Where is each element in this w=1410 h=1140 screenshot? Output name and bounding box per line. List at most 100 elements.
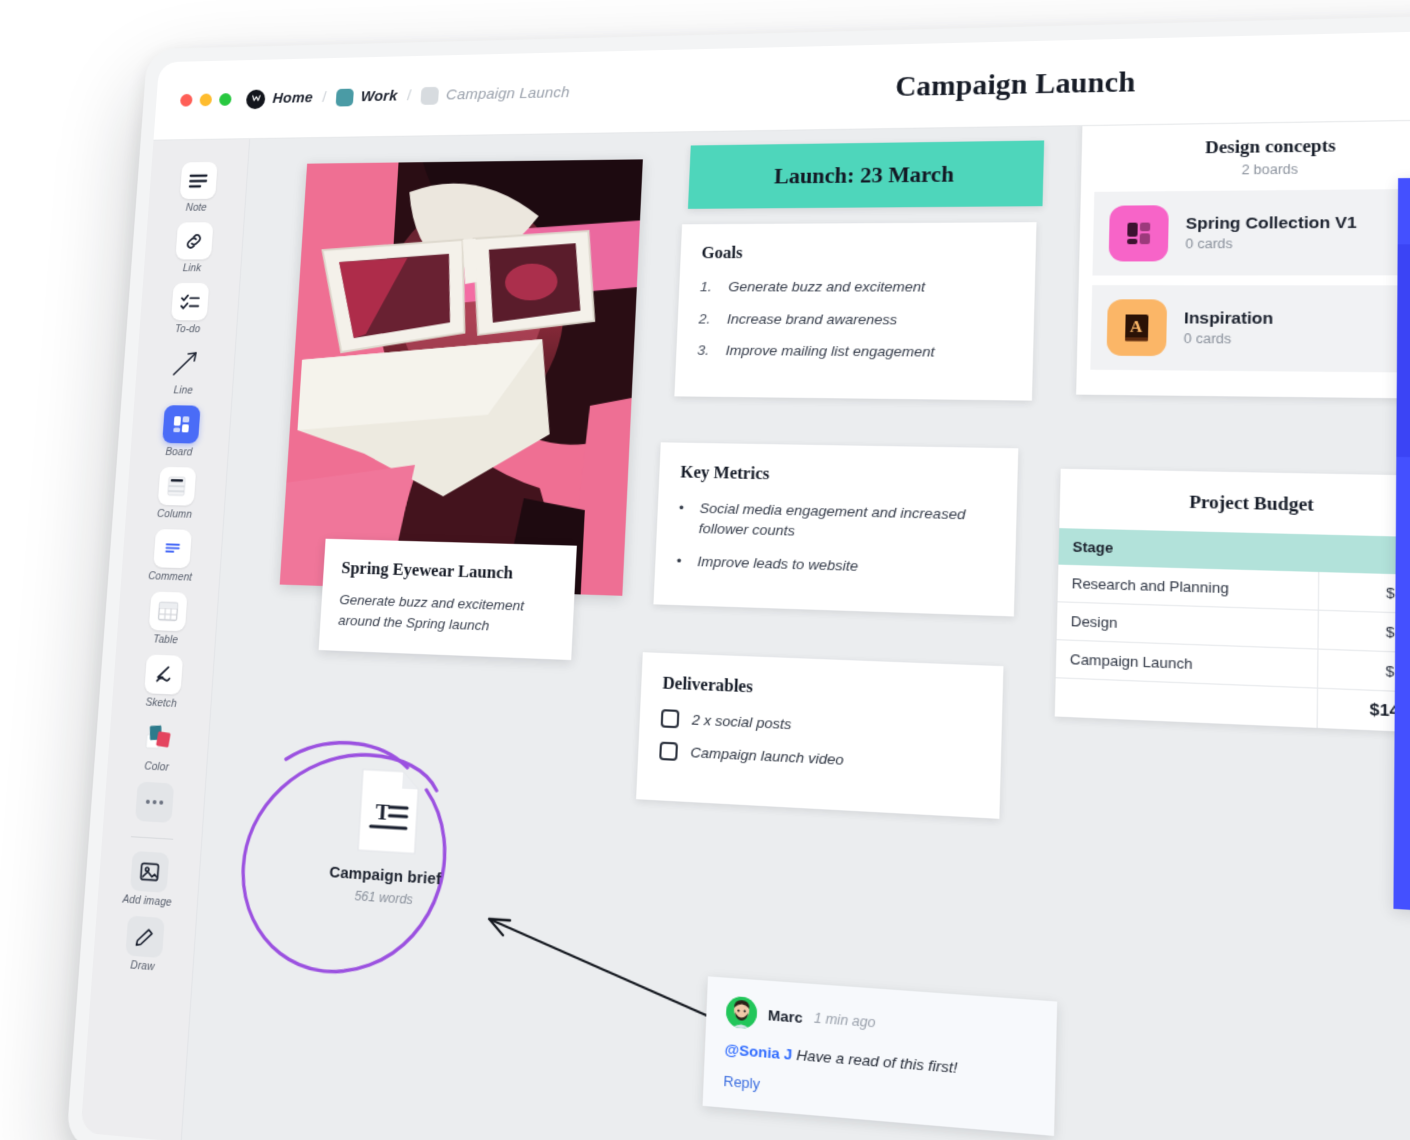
goals-item-number: 3. (697, 341, 711, 359)
launch-banner-text: Launch: 23 March (774, 161, 955, 189)
deliverables-item[interactable]: Campaign launch video (659, 742, 978, 776)
project-budget-title: Project Budget (1059, 469, 1410, 538)
launch-banner[interactable]: Launch: 23 March (688, 140, 1044, 208)
campaign-brief-node[interactable]: T Campaign brief 561 words (293, 764, 483, 911)
sidebar-label-add-image: Add image (122, 893, 172, 909)
hero-image[interactable] (280, 159, 643, 595)
board-canvas[interactable]: Spring Eyewear Launch Generate buzz and … (182, 119, 1410, 1140)
minimize-window-button[interactable] (199, 94, 212, 107)
sidebar-item-table[interactable]: Table (126, 586, 208, 650)
hero-caption-card[interactable]: Spring Eyewear Launch Generate buzz and … (319, 539, 577, 661)
traffic-lights[interactable] (180, 93, 232, 107)
deliverables-item-text: Campaign launch video (690, 744, 844, 768)
board-name: Spring Collection V1 (1186, 214, 1357, 234)
deliverables-item[interactable]: 2 x social posts (661, 709, 980, 742)
sidebar-item-draw[interactable]: Draw (102, 909, 186, 978)
key-metrics-title: Key Metrics (680, 464, 995, 490)
goals-item-text: Increase brand awareness (727, 310, 898, 329)
comment-author: Marc (768, 1006, 804, 1026)
breadcrumb-label-campaign-launch: Campaign Launch (446, 84, 571, 103)
board-list-item[interactable]: A Inspiration 0 cards (1090, 285, 1410, 373)
table-row[interactable]: Research and Planning $2,500 (1058, 565, 1410, 615)
sidebar-label-line: Line (173, 384, 193, 396)
sidebar-divider (130, 836, 172, 840)
page-title: Campaign Launch (569, 58, 1410, 109)
sketch-icon (144, 654, 183, 694)
cell-total-label (1055, 678, 1318, 728)
todo-icon (171, 283, 209, 320)
cell-total-cost: $14,000 (1317, 688, 1410, 734)
board-card-count: 0 cards (1184, 331, 1274, 347)
sidebar-item-board[interactable]: Board (140, 400, 221, 461)
checkbox-icon[interactable] (659, 742, 678, 761)
goals-item-text: Improve mailing list engagement (725, 341, 935, 361)
purple-circle-annotation (218, 719, 485, 1001)
comment-reply-button[interactable]: Reply (723, 1073, 1034, 1116)
sidebar-item-link[interactable]: Link (153, 217, 234, 276)
draw-pen-icon (125, 916, 164, 959)
board-list-item[interactable]: Spring Collection V1 0 cards (1092, 189, 1410, 276)
cell-cost: $5,500 (1318, 649, 1410, 693)
grey-square-icon (420, 86, 439, 104)
table-row[interactable]: Design $6,000 (1057, 602, 1410, 654)
comment-pointer-arrow (419, 859, 802, 1097)
breadcrumb-label-work: Work (360, 88, 398, 105)
deliverables-item-text: 2 x social posts (692, 712, 792, 733)
cell-stage: Design (1057, 602, 1319, 649)
board-card-count: 0 cards (1185, 236, 1357, 252)
sidebar-item-todo[interactable]: To-do (149, 278, 230, 337)
sidebar-item-column[interactable]: Column (135, 461, 217, 523)
sidebar-item-comment[interactable]: Comment (131, 523, 213, 586)
laptop-mockup: Home / Work / Campaign Launch Campaign L… (66, 13, 1410, 1140)
campaign-brief-meta: 561 words (293, 884, 476, 911)
teal-square-icon (335, 88, 353, 106)
project-budget-card[interactable]: Project Budget Stage Cost Research and P… (1055, 469, 1410, 734)
comment-text: Have a read of this first! (792, 1046, 958, 1076)
text-document-icon: T (354, 767, 423, 856)
maximize-window-button[interactable] (219, 93, 232, 106)
table-icon (148, 591, 187, 631)
laptop-screen: Home / Work / Campaign Launch Campaign L… (81, 29, 1410, 1140)
sidebar-label-board: Board (165, 446, 193, 458)
goals-card[interactable]: Goals 1. Generate buzz and excitement 2.… (674, 222, 1036, 400)
line-arrow-icon (166, 344, 204, 382)
breadcrumb-label-home: Home (272, 89, 313, 106)
breadcrumb-separator: / (322, 89, 327, 106)
sidebar-label-comment: Comment (148, 570, 193, 584)
key-metrics-item: • Social media engagement and increased … (677, 498, 994, 547)
sidebar-label-note: Note (185, 202, 207, 214)
goals-item: 2. Increase brand awareness (698, 310, 1012, 330)
sidebar-item-note[interactable]: Note (158, 157, 239, 216)
goals-item-text: Generate buzz and excitement (728, 278, 926, 297)
avatar[interactable] (726, 996, 758, 1030)
sidebar-item-more[interactable] (113, 775, 195, 829)
comment-header: Marc 1 min ago (726, 996, 1036, 1051)
column-icon (157, 467, 196, 506)
breadcrumb-item-work[interactable]: Work (335, 87, 398, 106)
link-icon (175, 222, 213, 259)
comment-mention[interactable]: @Sonia J (724, 1041, 792, 1063)
project-budget-table: Stage Cost Research and Planning $2,500 … (1055, 528, 1410, 734)
page-title-container: Campaign Launch (569, 58, 1410, 108)
book-a-icon: A (1107, 299, 1168, 356)
breadcrumb-item-campaign-launch[interactable]: Campaign Launch (420, 84, 570, 105)
deliverables-card[interactable]: Deliverables 2 x social posts Campaign l… (636, 652, 1003, 819)
close-window-button[interactable] (180, 94, 193, 107)
sidebar-item-add-image[interactable]: Add image (107, 844, 190, 912)
goals-item: 3. Improve mailing list engagement (697, 341, 1011, 362)
table-row[interactable]: Campaign Launch $5,500 (1056, 640, 1410, 694)
screenshot-stage: Home / Work / Campaign Launch Campaign L… (0, 0, 1410, 1140)
goals-item: 1. Generate buzz and excitement (700, 278, 1013, 297)
checkbox-icon[interactable] (661, 709, 680, 728)
board-icon (162, 405, 200, 443)
sidebar-label-column: Column (157, 508, 193, 521)
deliverables-title: Deliverables (662, 675, 980, 708)
comment-card[interactable]: Marc 1 min ago @Sonia J Have a read of t… (703, 976, 1058, 1136)
key-metrics-card[interactable]: Key Metrics • Social media engagement an… (653, 442, 1018, 617)
sidebar-item-line[interactable]: Line (144, 339, 225, 399)
sidebar-label-draw: Draw (130, 959, 155, 973)
key-metrics-item: • Improve leads to website (676, 551, 993, 581)
secondary-image[interactable] (1393, 176, 1410, 922)
work-area: Note Link (81, 119, 1410, 1140)
breadcrumb-item-home[interactable]: Home (246, 88, 314, 109)
